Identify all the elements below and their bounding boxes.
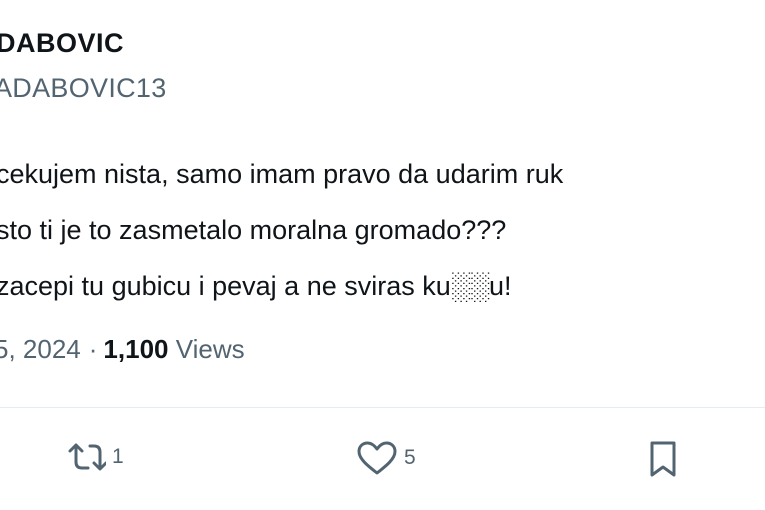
tweet-text: cekujem nista, samo imam pravo da udarim… — [0, 146, 563, 314]
tweet-text-line: zacepi tu gubicu i pevaj a ne sviras ku░… — [0, 271, 512, 301]
action-bar: 1 5 — [0, 432, 765, 488]
heart-icon — [356, 440, 398, 476]
bookmark-button[interactable] — [648, 440, 678, 478]
views-label: Views — [175, 334, 245, 364]
author-handle[interactable]: ADABOVIC13 — [0, 73, 167, 104]
views-count: 1,100 — [103, 334, 169, 364]
tweet: DABOVIC ADABOVIC13 cekujem nista, samo i… — [0, 0, 765, 510]
tweet-text-line: cekujem nista, samo imam pravo da udarim… — [0, 159, 564, 189]
tweet-date[interactable]: 5, 2024 — [0, 334, 81, 364]
retweet-icon — [66, 440, 106, 474]
tweet-meta: 5, 2024 · 1,100 Views — [0, 334, 245, 365]
retweet-button[interactable]: 1 — [66, 440, 124, 474]
like-count: 5 — [404, 446, 416, 469]
divider — [0, 407, 765, 408]
retweet-count: 1 — [112, 445, 124, 468]
tweet-text-line: sto ti je to zasmetalo moralna gromado??… — [0, 215, 507, 245]
like-button[interactable]: 5 — [356, 440, 416, 476]
author-display-name[interactable]: DABOVIC — [0, 28, 124, 59]
bookmark-icon — [648, 440, 678, 478]
meta-separator: · — [88, 334, 98, 364]
